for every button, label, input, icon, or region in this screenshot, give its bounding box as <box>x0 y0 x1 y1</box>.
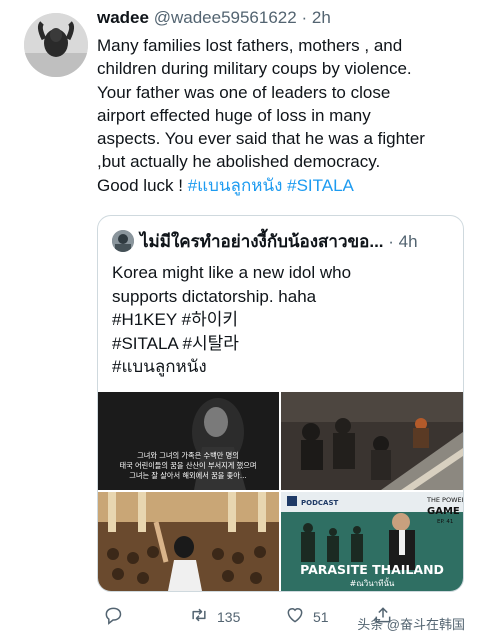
user-handle[interactable]: @wadee59561622 <box>154 8 297 27</box>
quote-line: supports dictatorship. haha <box>112 286 317 306</box>
reply-button[interactable] <box>103 605 123 628</box>
tweet-text: Many families lost fathers, mothers , an… <box>97 34 467 197</box>
media-image-1[interactable]: 그녀와 그녀의 가족은 수백만 명의 태국 어린이들의 꿈을 산산이 부서지게 … <box>98 392 279 490</box>
quote-line: #แบนลูกหนัง <box>112 357 207 376</box>
media-image-3[interactable] <box>98 492 279 591</box>
dot-separator: · <box>301 8 308 27</box>
media-caption-line: 태국 어린이들의 꿈을 산산이 부서지게 했으며 <box>119 461 256 470</box>
tweet-line: children during military coups by violen… <box>97 59 412 79</box>
quote-time: 4h <box>398 232 418 251</box>
parasite-title: PARASITE THAILAND <box>300 562 444 577</box>
tweet-line-last: Good luck ! #แบนลูกหนัง #SITALA <box>97 174 467 197</box>
quote-header: ไม่มีใครทำอย่างงี้กับน้องสาวขอ... · 4h <box>112 228 452 255</box>
media-image-2[interactable] <box>281 392 463 490</box>
retweet-button[interactable]: 135 <box>189 605 240 628</box>
podcast-label: PODCAST <box>301 499 338 507</box>
episode-label: EP. 41 <box>437 519 453 525</box>
quote-text: Korea might like a new idol who supports… <box>112 261 447 379</box>
watermark: 头条 @奋斗在韩国 <box>357 617 465 632</box>
hashtag-link[interactable]: #SITALA <box>287 176 354 195</box>
tweet-line: Good luck ! <box>97 175 188 195</box>
display-name[interactable]: wadee <box>97 8 149 27</box>
media-grid: 그녀와 그녀의 가족은 수백만 명의 태국 어린이들의 꿈을 산산이 부서지게 … <box>98 392 463 591</box>
quote-display-name: ไม่มีใครทำอย่างงี้กับน้องสาวขอ... <box>140 232 384 251</box>
dot-separator: · <box>388 232 394 251</box>
like-button[interactable]: 51 <box>285 605 329 628</box>
tweet-header: wadee @wadee59561622 · 2h <box>97 8 331 28</box>
media-image-4[interactable]: PODCAST THE POWER GAME EP. 41 PARASITE T… <box>281 492 463 591</box>
quote-line: #SITALA #시탈라 <box>112 333 239 353</box>
tweet-line: airport effected huge of loss in many <box>97 105 371 125</box>
media-caption-line: 그녀와 그녀의 가족은 수백만 명의 <box>137 451 239 460</box>
tweet-line: ,but actually he abolished democracy. <box>97 152 381 172</box>
quoted-tweet[interactable]: ไม่มีใครทำอย่างงี้กับน้องสาวขอ... · 4h K… <box>97 215 464 592</box>
quote-line: Korea might like a new idol who <box>112 263 352 282</box>
media-caption-line: 그녀는 잘 살아서 해외에서 꿈을 좇아... <box>129 471 246 480</box>
tweet-time[interactable]: 2h <box>312 8 331 27</box>
parasite-subtitle: #ณวินาทีนั้น <box>350 577 395 588</box>
tweet-line: aspects. You ever said that he was a fig… <box>97 129 425 149</box>
like-count: 51 <box>313 608 329 625</box>
power-game-line1: THE POWER <box>426 496 463 504</box>
tweet-line: Your father was one of leaders to close <box>97 82 391 102</box>
hashtag-link[interactable]: #แบนลูกหนัง <box>188 176 283 195</box>
power-game-line2: GAME <box>427 506 460 517</box>
avatar[interactable] <box>24 13 88 77</box>
quote-avatar <box>112 230 134 252</box>
reply-icon <box>103 605 123 628</box>
retweet-icon <box>189 605 209 628</box>
like-icon <box>285 605 305 628</box>
tweet-line: Many families lost fathers, mothers , an… <box>97 36 403 55</box>
quote-line: #H1KEY #하이키 <box>112 310 238 329</box>
retweet-count: 135 <box>217 608 241 625</box>
